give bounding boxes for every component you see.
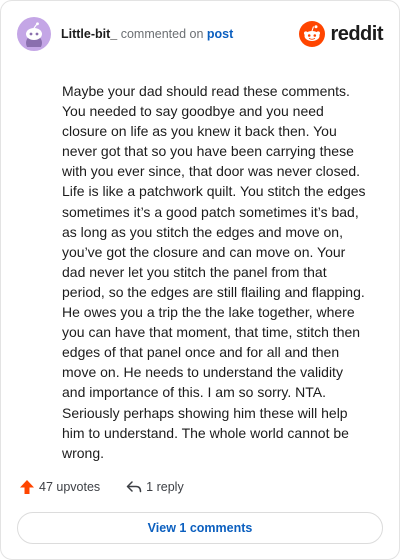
reddit-wordmark: reddit — [330, 22, 383, 45]
comment-header: Little-bit_ commented on post reddit — [17, 17, 383, 51]
upvote-button[interactable]: 47 upvotes — [19, 479, 100, 495]
arrow-up-icon — [20, 480, 34, 494]
comment-card: Little-bit_ commented on post reddit May… — [0, 0, 400, 560]
reply-count: 1 reply — [146, 480, 184, 494]
username[interactable]: Little-bit_ — [61, 27, 117, 41]
comment-body: Maybe your dad should read these comment… — [62, 83, 366, 461]
action-text: commented on — [120, 27, 204, 41]
avatar[interactable] — [17, 17, 51, 51]
reddit-snoo-icon — [299, 21, 326, 47]
reply-arrow-icon — [126, 481, 142, 493]
comment-actions: 47 upvotes 1 reply — [19, 479, 184, 495]
snoo-avatar-icon — [26, 22, 42, 47]
view-comments-button[interactable]: View 1 comments — [17, 512, 383, 544]
reply-button[interactable]: 1 reply — [126, 479, 184, 495]
post-link[interactable]: post — [207, 27, 233, 41]
upvote-count: 47 upvotes — [39, 480, 101, 494]
comment-meta: Little-bit_ commented on post — [61, 27, 233, 41]
reddit-logo[interactable]: reddit — [299, 21, 383, 47]
